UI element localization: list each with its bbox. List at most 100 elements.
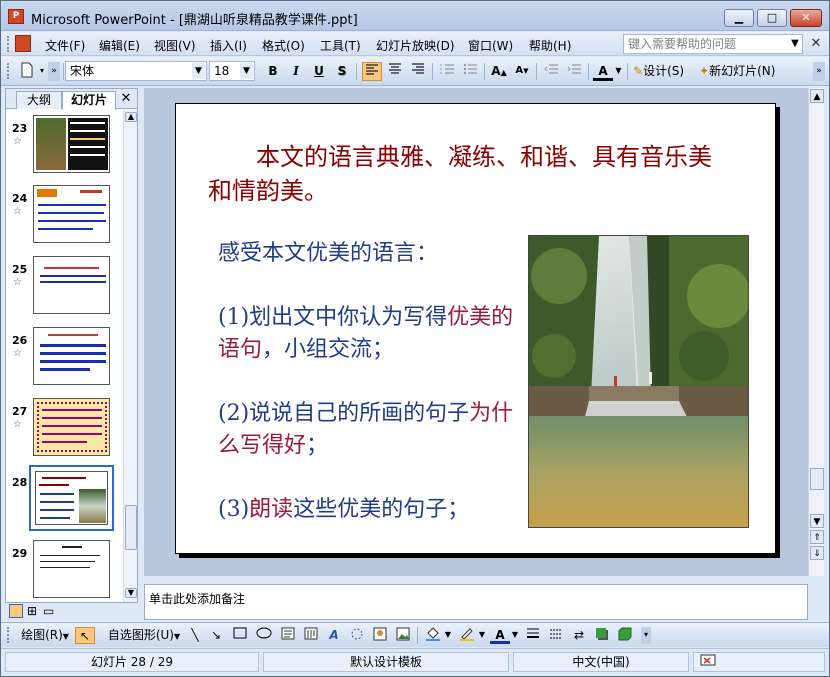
slide-thumbnail-25[interactable]	[33, 256, 110, 314]
minimize-button[interactable]: ▁	[724, 9, 754, 27]
slide-item-2[interactable]: (2)说说自己的所画的句子为什么写得好；	[218, 398, 518, 462]
slide-item-3[interactable]: (3)朗读这些优美的句子；	[218, 494, 518, 526]
close-button[interactable]: ✕	[790, 9, 822, 27]
oval-tool-icon[interactable]	[255, 627, 273, 644]
arrow-style-icon[interactable]: ⇄	[570, 627, 588, 644]
menu-help[interactable]: 帮助(H)	[529, 37, 571, 54]
normal-view-icon[interactable]	[9, 604, 23, 618]
text-box-icon[interactable]	[279, 627, 297, 644]
dash-style-icon[interactable]	[547, 627, 565, 644]
tab-slides[interactable]: 幻灯片	[62, 91, 116, 110]
slideshow-view-icon[interactable]: ▭	[43, 604, 54, 618]
toolbar-options-icon[interactable]: ▾	[37, 62, 47, 81]
current-slide[interactable]: 本文的语言典雅、凝练、和谐、具有音乐美和情韵美。 感受本文优美的语言： (1)划…	[175, 103, 776, 554]
slide-thumbnail-28[interactable]	[29, 465, 114, 531]
slides-scrollbar[interactable]: ▲ ▼	[123, 110, 137, 602]
design-template-name[interactable]: 默认设计模板	[263, 652, 509, 672]
help-dropdown-icon[interactable]: ▼	[788, 35, 802, 53]
menu-view[interactable]: 视图(V)	[154, 37, 196, 54]
line-tool-icon[interactable]: ╲	[187, 627, 203, 644]
font-name-select[interactable]: 宋体 ▼	[65, 61, 207, 81]
slide-line-intro[interactable]: 感受本文优美的语言：	[218, 238, 438, 270]
vertical-text-box-icon[interactable]	[302, 627, 320, 644]
scroll-up-icon[interactable]: ▲	[125, 112, 137, 122]
slide-scrollbar[interactable]: ▲ ▼ ⇑ ⇓	[808, 88, 824, 576]
numbering-icon[interactable]	[437, 62, 457, 81]
slide-title-text[interactable]: 本文的语言典雅、凝练、和谐、具有音乐美和情韵美。	[208, 140, 728, 208]
align-right-icon[interactable]	[408, 62, 428, 81]
menu-tools[interactable]: 工具(T)	[320, 37, 361, 54]
new-document-icon[interactable]	[18, 62, 36, 81]
font-size-select[interactable]: 18 ▼	[209, 61, 255, 81]
slide-thumbnail-29[interactable]	[33, 540, 110, 598]
bullets-icon[interactable]	[460, 62, 480, 81]
pane-close-icon[interactable]: ✕	[119, 91, 133, 107]
chevron-down-icon[interactable]: ▼	[478, 627, 486, 644]
bold-button[interactable]: B	[265, 62, 281, 81]
help-search-input[interactable]: 键入需要帮助的问题	[623, 34, 803, 54]
document-icon[interactable]	[15, 35, 31, 52]
menubar-grip[interactable]	[7, 36, 10, 52]
draw-menu-button[interactable]: 绘图(R)▼	[19, 627, 71, 644]
select-pointer-icon[interactable]: ↖	[75, 627, 95, 644]
slide-thumbnail-26[interactable]	[33, 327, 110, 385]
autoshapes-menu-button[interactable]: 自选图形(U)▼	[104, 627, 184, 644]
chevron-down-icon[interactable]: ▼	[444, 627, 452, 644]
decrease-indent-icon[interactable]	[541, 62, 561, 81]
insert-picture-icon[interactable]	[394, 627, 412, 644]
slide-thumbnail-24[interactable]	[33, 185, 110, 243]
shadow-button[interactable]: S	[334, 62, 350, 81]
next-slide-icon[interactable]: ⇓	[810, 546, 824, 560]
increase-indent-icon[interactable]	[564, 62, 584, 81]
chevron-down-icon[interactable]: ▼	[240, 63, 253, 79]
maximize-button[interactable]: □	[757, 9, 787, 27]
underline-button[interactable]: U	[311, 62, 327, 81]
slide-item-1[interactable]: (1)划出文中你认为写得优美的语句，小组交流；	[218, 302, 518, 366]
document-close-icon[interactable]: ✕	[809, 35, 823, 53]
new-slide-button[interactable]: ✦新幻灯片(N)	[699, 62, 787, 81]
shadow-style-icon[interactable]	[593, 627, 611, 644]
toolbar-grip[interactable]	[7, 63, 10, 79]
wordart-icon[interactable]: A	[325, 627, 343, 644]
slide-sorter-view-icon[interactable]: ⊞	[27, 604, 37, 618]
menu-file[interactable]: 文件(F)	[45, 37, 85, 54]
font-color-icon[interactable]: A	[490, 627, 510, 644]
scroll-down-icon[interactable]: ▼	[125, 588, 137, 598]
slide-thumbnail-27[interactable]	[33, 398, 110, 456]
chevron-down-icon[interactable]: ▼	[511, 627, 519, 644]
scroll-down-icon[interactable]: ▼	[810, 514, 824, 528]
toolbar-overflow-icon[interactable]: ▾	[641, 627, 651, 644]
chevron-down-icon[interactable]: ▼	[614, 62, 623, 81]
diagram-icon[interactable]	[348, 627, 366, 644]
previous-slide-icon[interactable]: ⇑	[810, 530, 824, 544]
toolbar-overflow-icon[interactable]: »	[48, 62, 60, 81]
chevron-down-icon[interactable]: ▼	[192, 63, 205, 79]
slide-thumbnail-23[interactable]	[33, 115, 110, 173]
menu-insert[interactable]: 插入(I)	[210, 37, 247, 54]
scroll-up-icon[interactable]: ▲	[810, 89, 824, 103]
waterfall-photo[interactable]	[528, 235, 749, 528]
decrease-font-size-icon[interactable]: A▼	[512, 62, 532, 81]
italic-button[interactable]: I	[288, 62, 304, 81]
increase-font-size-icon[interactable]: A▲	[489, 62, 509, 81]
fill-color-icon[interactable]	[422, 627, 444, 644]
toolbar-overflow-icon[interactable]: »	[813, 62, 825, 81]
clip-art-icon[interactable]	[371, 627, 389, 644]
menu-slideshow[interactable]: 幻灯片放映(D)	[376, 37, 455, 54]
notes-pane[interactable]: 单击此处添加备注	[144, 584, 808, 620]
scrollbar-thumb[interactable]	[125, 505, 137, 550]
menu-window[interactable]: 窗口(W)	[468, 37, 513, 54]
font-color-icon[interactable]: A	[593, 62, 613, 81]
line-color-icon[interactable]	[456, 627, 478, 644]
menu-format[interactable]: 格式(O)	[262, 37, 305, 54]
rectangle-tool-icon[interactable]	[231, 627, 249, 644]
slide-design-button[interactable]: ✎设计(S)	[633, 62, 695, 81]
line-style-icon[interactable]	[524, 627, 542, 644]
arrow-tool-icon[interactable]: ↘	[208, 627, 224, 644]
align-left-icon[interactable]	[362, 62, 382, 81]
3d-style-icon[interactable]	[616, 627, 634, 644]
align-center-icon[interactable]	[385, 62, 405, 81]
toolbar-grip[interactable]	[7, 627, 10, 643]
scrollbar-thumb[interactable]	[810, 468, 824, 490]
spelling-status-icon[interactable]	[693, 652, 825, 672]
